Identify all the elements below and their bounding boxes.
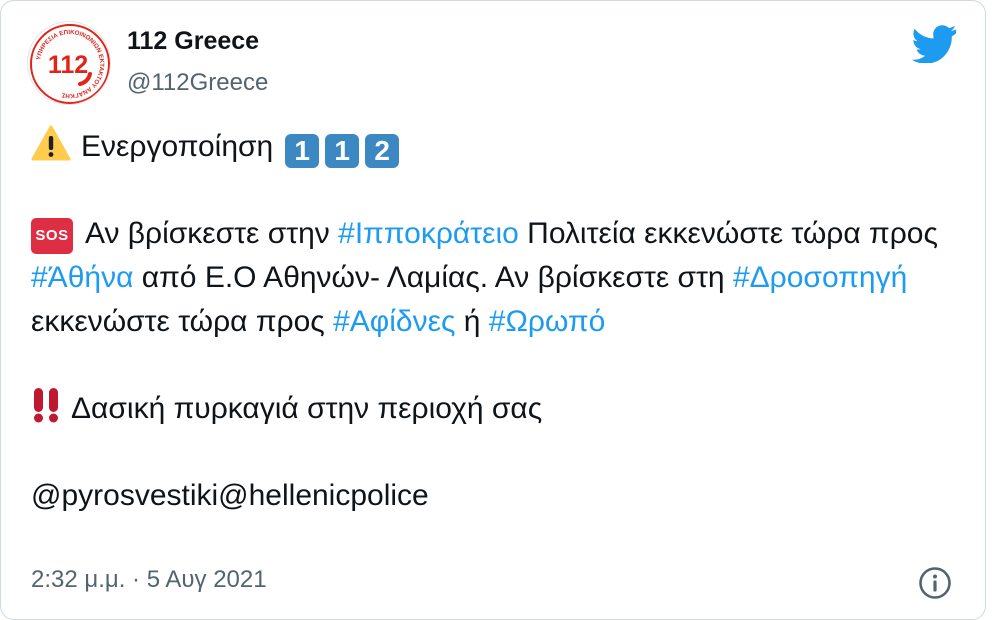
fire-text: Δασική πυρκαγιά στην περιοχή σας (71, 392, 543, 425)
hashtag-link[interactable]: #Δροσοπηγή (733, 261, 907, 294)
author-name[interactable]: 112 Greece (127, 27, 259, 56)
tweet-timestamp[interactable]: 2:32 μ.μ. · 5 Αυγ 2021 (31, 566, 267, 594)
warning-icon (31, 125, 71, 161)
text-segment: εκκενώστε τώρα προς (31, 305, 334, 338)
tweet-card: ΥΠΗΡΕΣΙΑ ΕΠΙΚΟΙΝΩΝΙΩΝ ΕΚΤΑΚΤΟΥ ΑΝΑΓΚΗΣ 1… (0, 0, 986, 620)
text-segment: Πολιτεία εκκενώστε τώρα προς (518, 217, 938, 250)
tweet-line-evacuation: SOS Αν βρίσκεστε στην #Ιπποκράτειο Πολιτε… (31, 212, 961, 344)
tweet-header: ΥΠΗΡΕΣΙΑ ΕΠΙΚΟΙΝΩΝΙΩΝ ΕΚΤΑΚΤΟΥ ΑΝΑΓΚΗΣ 1… (27, 21, 959, 105)
tweet-line-fire: Δασική πυρκαγιά στην περιοχή σας (31, 387, 961, 431)
activation-text: Ενεργοποίηση (81, 130, 274, 163)
hashtag-link[interactable]: #Άθήνα (31, 261, 133, 294)
tweet-text: Ενεργοποίηση 1 1 2 SOS Αν βρίσκεστε στην #Ιπ… (31, 125, 961, 518)
hashtag-link[interactable]: #Αφίδνες (333, 305, 455, 338)
hashtag-link[interactable]: #Ιπποκράτειο (338, 217, 519, 250)
text-segment: από Ε.Ο Αθηνών- Λαμίας. Αν βρίσκεστε στη (133, 261, 733, 294)
text-segment: ή (455, 305, 489, 338)
avatar[interactable]: ΥΠΗΡΕΣΙΑ ΕΠΙΚΟΙΝΩΝΙΩΝ ΕΚΤΑΚΤΟΥ ΑΝΑΓΚΗΣ 1… (27, 21, 111, 105)
mentions-text: @pyrosvestiki@hellenicpolice (31, 479, 429, 512)
avatar-logo-icon: ΥΠΗΡΕΣΙΑ ΕΠΙΚΟΙΝΩΝΙΩΝ ΕΚΤΑΚΤΟΥ ΑΝΑΓΚΗΣ 1… (30, 24, 110, 104)
keycap-digit: 1 (285, 134, 320, 168)
tweet-line-activation: Ενεργοποίηση 1 1 2 (31, 125, 961, 169)
tweet-line-mentions: @pyrosvestiki@hellenicpolice (31, 474, 961, 518)
hashtag-link[interactable]: #Ωρωπό (489, 305, 606, 338)
keycap-digit: 2 (365, 134, 400, 168)
text-segment: Αν βρίσκεστε στην (85, 217, 339, 250)
sos-icon: SOS (31, 218, 73, 254)
twitter-bird-icon[interactable] (911, 25, 957, 63)
author-handle[interactable]: @112Greece (127, 69, 268, 97)
double-exclamation-icon (34, 388, 58, 423)
avatar-number: 112 (48, 51, 88, 79)
keycap-digit: 1 (325, 134, 360, 168)
info-icon[interactable] (918, 566, 952, 600)
